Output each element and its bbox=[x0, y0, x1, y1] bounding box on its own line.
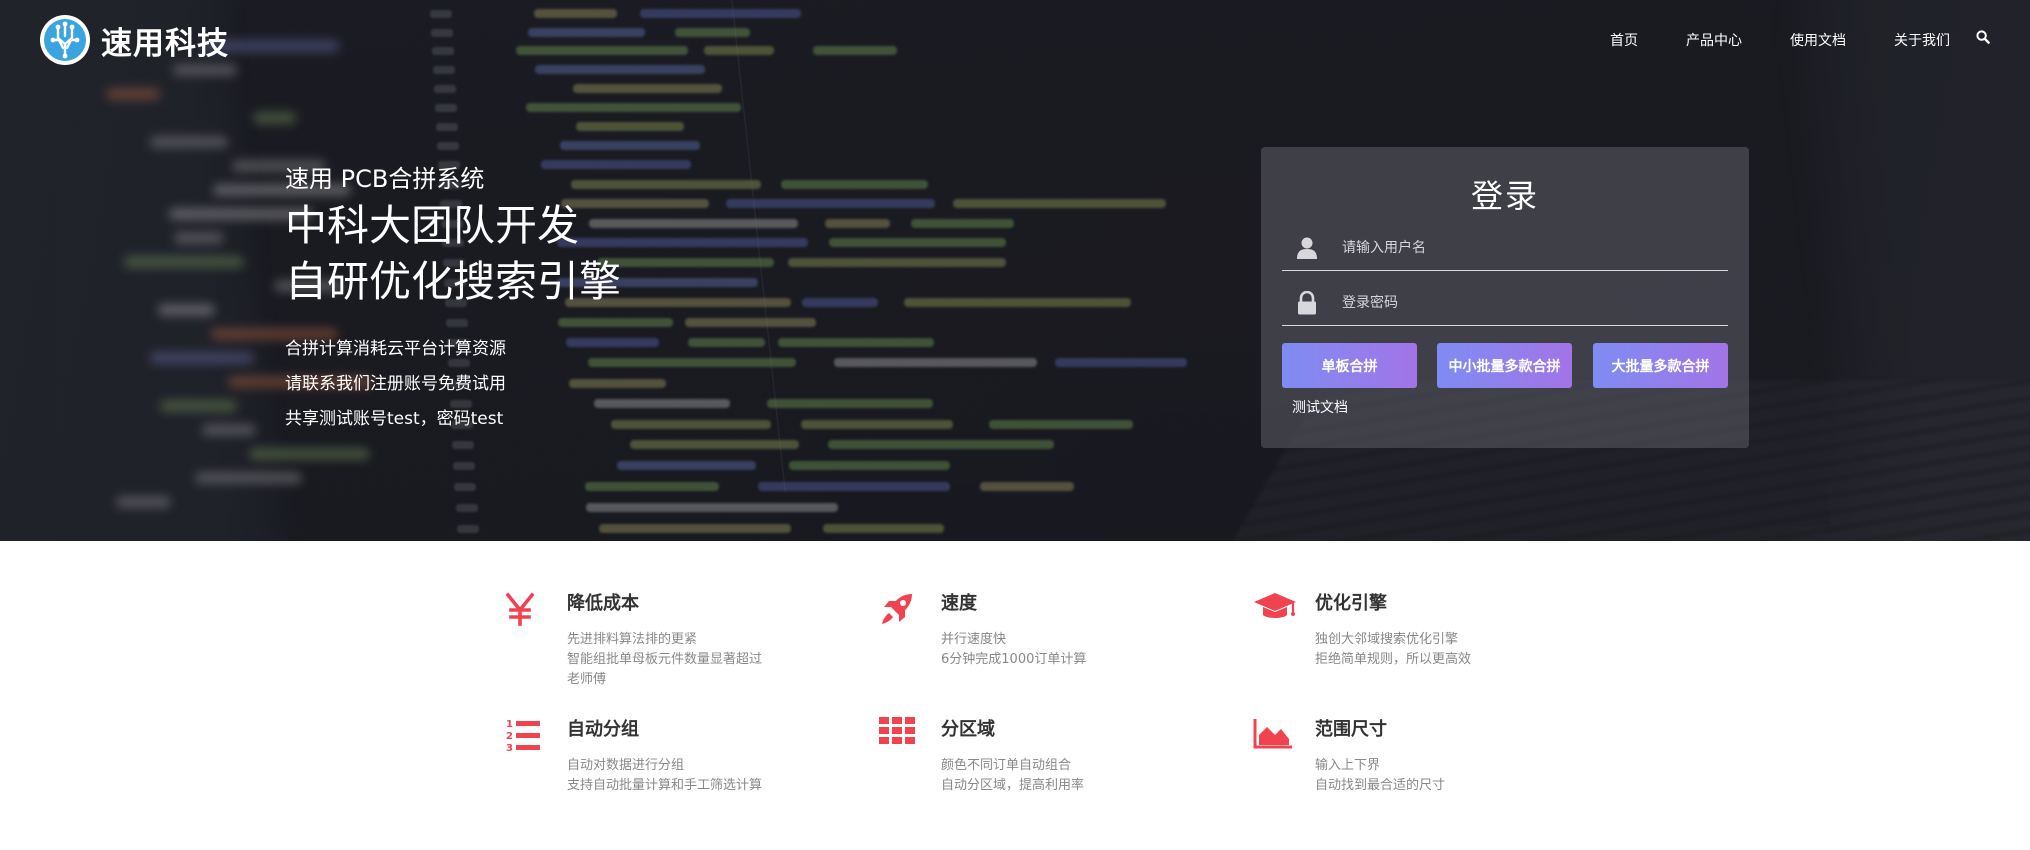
circuit-logo-icon bbox=[40, 15, 90, 65]
hero-section: 速用科技 首页 产品中心 使用文档 关于我们 速用 PCB合拼系统 中科大团队开… bbox=[0, 0, 2030, 541]
svg-text:3: 3 bbox=[506, 743, 513, 753]
lock-icon bbox=[1296, 290, 1318, 319]
area-chart-icon bbox=[1253, 717, 1297, 753]
password-input[interactable] bbox=[1342, 289, 1712, 317]
feature-title: 范围尺寸 bbox=[1315, 719, 1387, 740]
nav-item-about[interactable]: 关于我们 bbox=[1894, 30, 1950, 50]
hero-desc-line: 请联系我们注册账号免费试用 bbox=[285, 374, 506, 394]
feature-desc: 输入上下界 自动找到最合适的尺寸 bbox=[1315, 758, 1446, 793]
hero-desc-line: 合拼计算消耗云平台计算资源 bbox=[285, 339, 506, 359]
feature-title: 自动分组 bbox=[567, 719, 639, 740]
hero-subtitle: 速用 PCB合拼系统 bbox=[285, 165, 485, 193]
user-icon bbox=[1296, 236, 1318, 264]
large-batch-button[interactable]: 大批量多款合拼 bbox=[1593, 343, 1728, 388]
feature-desc: 并行速度快 6分钟完成1000订单计算 bbox=[941, 632, 1087, 667]
feature-title: 优化引擎 bbox=[1315, 593, 1387, 614]
features-section: 降低成本 先进排料算法排的更紧 智能组批单母板元件数量显著超过 老师傅 速度 并… bbox=[0, 541, 2030, 850]
ordered-list-icon: 1 2 3 bbox=[505, 717, 549, 754]
grid-icon bbox=[879, 717, 923, 753]
small-batch-button[interactable]: 中小批量多款合拼 bbox=[1437, 343, 1572, 388]
yen-icon bbox=[505, 591, 549, 627]
hero-title-line2: 自研优化搜索引擎 bbox=[285, 257, 622, 306]
password-field bbox=[1282, 281, 1728, 326]
hero-title-line1: 中科大团队开发 bbox=[285, 201, 580, 250]
username-input[interactable] bbox=[1342, 234, 1712, 262]
search-icon[interactable] bbox=[1976, 29, 1990, 48]
hero-description: 合拼计算消耗云平台计算资源 请联系我们注册账号免费试用 共享测试账号test，密… bbox=[285, 332, 621, 437]
test-docs-link[interactable]: 测试文档 bbox=[1292, 397, 1348, 417]
login-title: 登录 bbox=[1470, 177, 1539, 215]
feature-desc: 独创大邻域搜索优化引擎 拒绝简单规则，所以更高效 bbox=[1315, 632, 1472, 667]
hero-desc-line: 共享测试账号test，密码test bbox=[285, 409, 504, 429]
rocket-icon bbox=[879, 591, 923, 627]
hero-text: 速用 PCB合拼系统 中科大团队开发 自研优化搜索引擎 合拼计算消耗云平台计算资… bbox=[285, 162, 621, 437]
main-nav: 首页 产品中心 使用文档 关于我们 bbox=[1610, 29, 1990, 50]
feature-desc: 自动对数据进行分组 支持自动批量计算和手工筛选计算 bbox=[567, 758, 763, 793]
feature-title: 速度 bbox=[941, 593, 977, 614]
svg-text:1: 1 bbox=[506, 719, 513, 730]
brand-name: 速用科技 bbox=[101, 25, 229, 62]
username-field bbox=[1282, 226, 1728, 271]
brand-logo[interactable]: 速用科技 bbox=[40, 15, 229, 65]
feature-title: 分区域 bbox=[941, 719, 995, 740]
nav-item-home[interactable]: 首页 bbox=[1610, 30, 1638, 50]
single-board-button[interactable]: 单板合拼 bbox=[1282, 343, 1417, 388]
nav-item-docs[interactable]: 使用文档 bbox=[1790, 30, 1846, 50]
graduation-cap-icon bbox=[1253, 591, 1297, 627]
login-card: 登录 单板合拼 中小批量多款合拼 大批量多款合拼 测试文档 bbox=[1261, 147, 1749, 448]
nav-item-products[interactable]: 产品中心 bbox=[1686, 30, 1742, 50]
feature-desc: 先进排料算法排的更紧 智能组批单母板元件数量显著超过 老师傅 bbox=[567, 632, 763, 687]
feature-desc: 颜色不同订单自动组合 自动分区域，提高利用率 bbox=[941, 758, 1085, 793]
svg-text:2: 2 bbox=[506, 731, 513, 742]
feature-title: 降低成本 bbox=[567, 593, 639, 614]
